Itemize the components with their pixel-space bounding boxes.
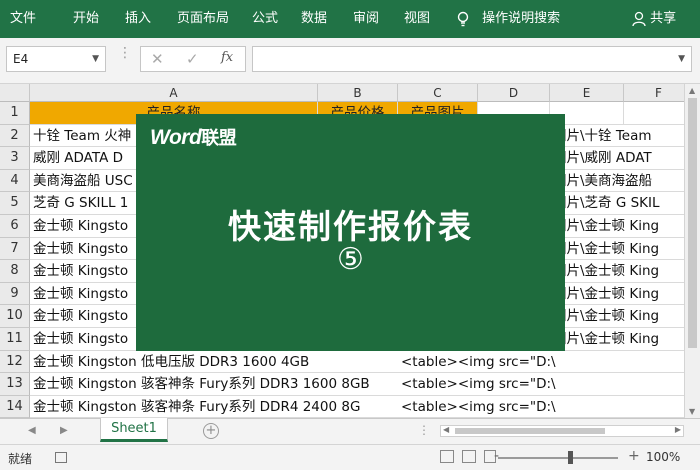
horizontal-scrollbar[interactable]: ◀ ▶ bbox=[440, 425, 684, 437]
title-banner: Word联盟 快速制作报价表 ⑤ bbox=[136, 114, 565, 354]
column-header-b[interactable]: B bbox=[318, 84, 398, 102]
page-layout-view-icon[interactable] bbox=[462, 450, 476, 463]
scroll-left-icon[interactable]: ◀ bbox=[443, 425, 449, 434]
row-header[interactable]: 8 bbox=[0, 260, 30, 283]
tab-view[interactable]: 视图 bbox=[404, 0, 430, 38]
cancel-icon[interactable]: ✕ bbox=[151, 50, 164, 68]
add-sheet-button[interactable]: + bbox=[203, 423, 219, 439]
hscroll-thumb[interactable] bbox=[455, 428, 605, 434]
row-header[interactable]: 10 bbox=[0, 305, 30, 328]
select-all-corner[interactable] bbox=[0, 84, 30, 102]
status-bar: 就绪 - + 100% bbox=[0, 444, 700, 470]
vertical-scrollbar[interactable]: ▲ ▼ bbox=[684, 84, 700, 418]
tab-insert[interactable]: 插入 bbox=[125, 0, 151, 38]
row-header[interactable]: 6 bbox=[0, 215, 30, 238]
cell[interactable] bbox=[624, 260, 684, 283]
cell[interactable] bbox=[624, 192, 684, 215]
column-header-d[interactable]: D bbox=[478, 84, 550, 102]
tab-page-layout[interactable]: 页面布局 bbox=[177, 0, 229, 38]
name-box[interactable]: E4 ▼ bbox=[6, 46, 106, 72]
scroll-thumb[interactable] bbox=[688, 98, 697, 348]
next-sheet-icon[interactable]: ▶ bbox=[60, 425, 68, 436]
cell[interactable] bbox=[624, 170, 684, 193]
cell[interactable] bbox=[624, 102, 684, 125]
row-header[interactable]: 12 bbox=[0, 350, 30, 374]
cell[interactable] bbox=[624, 283, 684, 306]
cell[interactable]: <table><img src="D:\ bbox=[398, 373, 684, 396]
banner-title: 快速制作报价表 bbox=[228, 207, 473, 246]
tab-splitter-icon[interactable]: ⋮ bbox=[418, 423, 430, 437]
cell[interactable] bbox=[624, 125, 684, 148]
drag-handle-icon[interactable]: ⋮ bbox=[118, 46, 132, 68]
cell[interactable] bbox=[624, 147, 684, 170]
row-header[interactable]: 13 bbox=[0, 373, 30, 396]
enter-icon[interactable]: ✓ bbox=[186, 50, 199, 68]
column-header-e[interactable]: E bbox=[550, 84, 624, 102]
sheet-tabs-bar: ◀ ▶ Sheet1 + ⋮ ◀ ▶ bbox=[0, 418, 700, 444]
ribbon: 文件 开始 插入 页面布局 公式 数据 审阅 视图 操作说明搜索 共享 bbox=[0, 0, 700, 38]
tell-me-search[interactable]: 操作说明搜索 bbox=[456, 0, 560, 38]
expand-formula-icon[interactable]: ▼ bbox=[678, 54, 685, 64]
row-header[interactable]: 1 bbox=[0, 102, 30, 125]
scroll-up-icon[interactable]: ▲ bbox=[689, 86, 695, 95]
cell[interactable] bbox=[624, 328, 684, 351]
row-header[interactable]: 3 bbox=[0, 147, 30, 170]
column-header-f[interactable]: F bbox=[624, 84, 684, 102]
cell[interactable]: <table><img src="D:\ bbox=[398, 395, 684, 418]
zoom-slider-knob[interactable] bbox=[568, 451, 573, 464]
macro-record-icon[interactable] bbox=[55, 452, 67, 463]
name-box-value: E4 bbox=[13, 52, 29, 66]
cell[interactable]: <table><img src="D:\ bbox=[398, 350, 684, 374]
status-ready: 就绪 bbox=[8, 452, 33, 466]
zoom-in-button[interactable]: + bbox=[628, 448, 640, 464]
tab-review[interactable]: 审阅 bbox=[353, 0, 379, 38]
prev-sheet-icon[interactable]: ◀ bbox=[28, 425, 36, 436]
tab-file[interactable]: 文件 bbox=[10, 0, 36, 38]
formula-input[interactable]: ▼ bbox=[252, 46, 692, 72]
banner-number: ⑤ bbox=[337, 242, 364, 277]
lightbulb-icon bbox=[456, 11, 470, 26]
column-header-c[interactable]: C bbox=[398, 84, 478, 102]
insert-function-icon[interactable]: fx bbox=[221, 50, 233, 65]
person-icon bbox=[632, 11, 646, 26]
share-button[interactable]: 共享 bbox=[632, 0, 676, 38]
column-header-a[interactable]: A bbox=[30, 84, 318, 102]
cell[interactable] bbox=[624, 238, 684, 261]
formula-buttons: ✕ ✓ fx bbox=[140, 46, 246, 72]
cell[interactable] bbox=[624, 215, 684, 238]
row-header[interactable]: 7 bbox=[0, 237, 30, 261]
tab-home[interactable]: 开始 bbox=[73, 0, 99, 38]
scroll-down-icon[interactable]: ▼ bbox=[689, 407, 695, 416]
zoom-level[interactable]: 100% bbox=[646, 450, 680, 464]
row-header[interactable]: 4 bbox=[0, 169, 30, 193]
cell[interactable] bbox=[624, 305, 684, 328]
brand-cn: 联盟 bbox=[201, 128, 237, 149]
row-header[interactable]: 11 bbox=[0, 328, 30, 351]
share-label: 共享 bbox=[650, 11, 677, 26]
formula-bar-row: E4 ▼ ⋮ ✕ ✓ fx ▼ bbox=[0, 38, 700, 84]
tab-formulas[interactable]: 公式 bbox=[252, 0, 278, 38]
row-header[interactable]: 9 bbox=[0, 282, 30, 306]
row-header[interactable]: 2 bbox=[0, 124, 30, 148]
tab-data[interactable]: 数据 bbox=[301, 0, 327, 38]
sheet-tab-sheet1[interactable]: Sheet1 bbox=[100, 418, 168, 442]
row-header[interactable]: 5 bbox=[0, 192, 30, 215]
row-header[interactable]: 14 bbox=[0, 395, 30, 418]
normal-view-icon[interactable] bbox=[440, 450, 454, 463]
zoom-slider[interactable] bbox=[498, 457, 618, 459]
tell-me-label: 操作说明搜索 bbox=[482, 11, 561, 26]
brand-latin: Word bbox=[150, 126, 202, 149]
chevron-down-icon: ▼ bbox=[92, 54, 99, 64]
brand-logo: Word联盟 bbox=[150, 124, 237, 150]
scroll-right-icon[interactable]: ▶ bbox=[675, 425, 681, 434]
zoom-out-button[interactable]: - bbox=[494, 448, 499, 464]
